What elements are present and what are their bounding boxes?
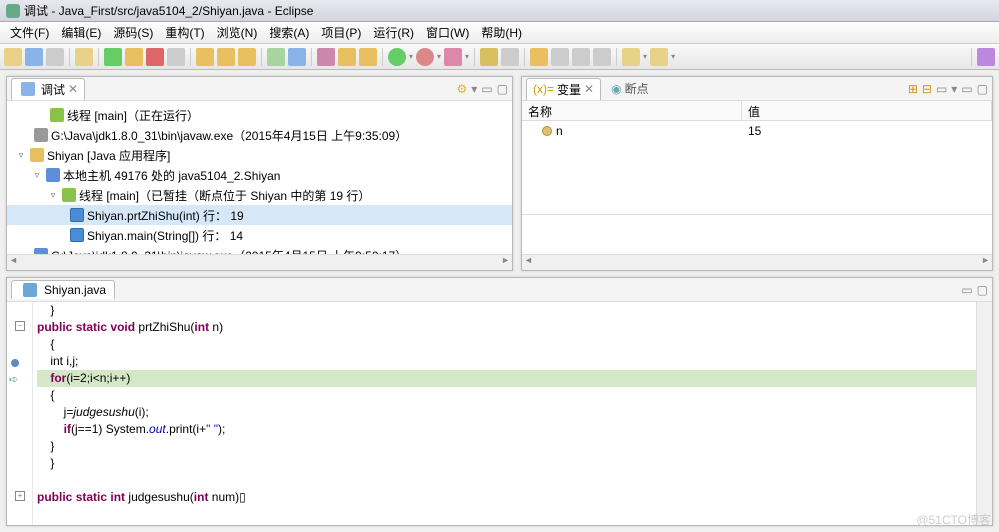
scrollbar-vertical[interactable] [976, 302, 992, 525]
annotation-icon[interactable] [572, 48, 590, 66]
debug-icon[interactable] [416, 48, 434, 66]
new-icon[interactable] [4, 48, 22, 66]
breakpoint-icon[interactable] [338, 48, 356, 66]
forward-icon[interactable] [650, 48, 668, 66]
menu-item[interactable]: 源码(S) [107, 22, 159, 43]
variables-icon: (x)= [533, 82, 554, 96]
back-icon[interactable] [622, 48, 640, 66]
menu-item[interactable]: 文件(F) [4, 22, 55, 43]
menu-item[interactable]: 搜索(A) [263, 22, 315, 43]
maximize-icon[interactable]: ▢ [977, 82, 988, 96]
minimize-icon[interactable]: ▭ [481, 82, 492, 96]
scrollbar-horizontal[interactable] [522, 254, 992, 270]
app-icon [6, 4, 20, 18]
menubar: 文件(F)编辑(E)源码(S)重构(T)浏览(N)搜索(A)项目(P)运行(R)… [0, 22, 999, 44]
variables-header: 名称 值 [522, 101, 992, 121]
drop-frame-icon[interactable] [267, 48, 285, 66]
variables-tab-label: 变量 [557, 81, 581, 98]
view-menu-icon[interactable]: ⚙ [457, 82, 468, 96]
use-step-filters-icon[interactable] [288, 48, 306, 66]
tree-row[interactable]: 线程 [main]（正在运行） [7, 105, 512, 125]
tree-row[interactable]: Shiyan.prtZhiShu(int) 行： 19 [7, 205, 512, 225]
menu-item[interactable]: 编辑(E) [55, 22, 107, 43]
tree-row[interactable]: G:\Java\jdk1.8.0_31\bin\javaw.exe（2015年4… [7, 125, 512, 145]
tree-row[interactable]: G:\Java\jdk1.8.0_31\bin\javaw.exe（2015年4… [7, 245, 512, 254]
skip-breakpoints-icon[interactable] [317, 48, 335, 66]
debug-view-icon [21, 82, 35, 96]
menu-item[interactable]: 窗口(W) [420, 22, 475, 43]
debug-dropdown-icon[interactable]: ▾ [437, 52, 441, 61]
step-into-icon[interactable] [196, 48, 214, 66]
code-area[interactable]: }public static void prtZhiShu(int n) { i… [33, 302, 976, 525]
tree-row[interactable]: ▿线程 [main]（已暂挂（断点位于 Shiyan 中的第 19 行） [7, 185, 512, 205]
col-name[interactable]: 名称 [522, 101, 742, 120]
search-icon[interactable] [530, 48, 548, 66]
dropdown-icon[interactable]: ▾ [671, 52, 675, 61]
menu-item[interactable]: 浏览(N) [211, 22, 264, 43]
debug-tree[interactable]: 线程 [main]（正在运行）G:\Java\jdk1.8.0_31\bin\j… [7, 101, 512, 254]
dropdown-icon[interactable]: ▾ [951, 82, 957, 96]
tree-row[interactable]: ▿本地主机 49176 处的 java5104_2.Shiyan [7, 165, 512, 185]
minimize-icon[interactable]: ▭ [961, 283, 972, 297]
toggle-icon[interactable] [551, 48, 569, 66]
menu-item[interactable]: 重构(T) [159, 22, 210, 43]
col-value[interactable]: 值 [742, 101, 992, 120]
editor-gutter[interactable]: −➪+ [7, 302, 33, 525]
maximize-icon[interactable]: ▢ [497, 82, 508, 96]
terminate-icon[interactable] [146, 48, 164, 66]
step-return-icon[interactable] [238, 48, 256, 66]
variables-view: (x)= 变量 ✕ ◉ 断点 ⊞ ⊟ ▭ ▾ ▭ ▢ 名称 [521, 76, 993, 271]
suspend-icon[interactable] [125, 48, 143, 66]
new-java-icon[interactable] [480, 48, 498, 66]
editor-view: Shiyan.java ▭ ▢ −➪+ }public static void … [6, 277, 993, 526]
variable-row[interactable]: n15 [522, 121, 992, 141]
editor-file-name: Shiyan.java [44, 283, 106, 297]
debug-tab[interactable]: 调试 ✕ [11, 78, 85, 100]
expression-icon[interactable] [359, 48, 377, 66]
save-icon[interactable] [25, 48, 43, 66]
disconnect-icon[interactable] [167, 48, 185, 66]
perspective-icon[interactable] [977, 48, 995, 66]
minimize-icon[interactable]: ▭ [961, 82, 972, 96]
tree-row[interactable]: ▿Shiyan [Java 应用程序] [7, 145, 512, 165]
debug-tab-label: 调试 [41, 81, 65, 98]
task-icon[interactable] [593, 48, 611, 66]
java-file-icon [23, 283, 37, 297]
layout-icon[interactable]: ⊞ [908, 82, 918, 96]
step-over-icon[interactable] [217, 48, 235, 66]
close-icon[interactable]: ✕ [584, 82, 594, 96]
window-title: 调试 - Java_First/src/java5104_2/Shiyan.ja… [24, 2, 313, 19]
editor-tab[interactable]: Shiyan.java [11, 280, 115, 299]
print-icon[interactable] [75, 48, 93, 66]
open-type-icon[interactable] [501, 48, 519, 66]
save-all-icon[interactable] [46, 48, 64, 66]
breakpoints-icon: ◉ [611, 82, 621, 96]
run-icon[interactable] [388, 48, 406, 66]
scrollbar-horizontal[interactable] [7, 254, 512, 270]
dropdown-icon[interactable]: ▾ [643, 52, 647, 61]
run-dropdown-icon[interactable]: ▾ [409, 52, 413, 61]
tree-row[interactable]: Shiyan.main(String[]) 行： 14 [7, 225, 512, 245]
breakpoints-tab-label: 断点 [625, 80, 649, 97]
menu-item[interactable]: 运行(R) [367, 22, 420, 43]
main-toolbar: ▾ ▾ ▾ ▾ ▾ [0, 44, 999, 70]
debug-view: 调试 ✕ ⚙ ▾ ▭ ▢ 线程 [main]（正在运行）G:\Java\jdk1… [6, 76, 513, 271]
resume-icon[interactable] [104, 48, 122, 66]
collapse-icon[interactable]: ⊟ [922, 82, 932, 96]
variables-body[interactable]: n15 [522, 121, 992, 214]
variables-tab[interactable]: (x)= 变量 ✕ [526, 78, 601, 100]
maximize-icon[interactable]: ▢ [977, 283, 988, 297]
dropdown-icon[interactable]: ▾ [465, 52, 469, 61]
dropdown-icon[interactable]: ▾ [471, 82, 477, 96]
menu-item[interactable]: 帮助(H) [475, 22, 528, 43]
coverage-icon[interactable] [444, 48, 462, 66]
window-titlebar: 调试 - Java_First/src/java5104_2/Shiyan.ja… [0, 0, 999, 22]
watermark: @51CTO博客 [916, 511, 991, 528]
menu-item[interactable]: 项目(P) [315, 22, 367, 43]
detail-pane [522, 214, 992, 254]
breakpoints-tab[interactable]: ◉ 断点 [605, 78, 655, 99]
close-icon[interactable]: ✕ [68, 82, 78, 96]
menu-icon[interactable]: ▭ [936, 82, 947, 96]
